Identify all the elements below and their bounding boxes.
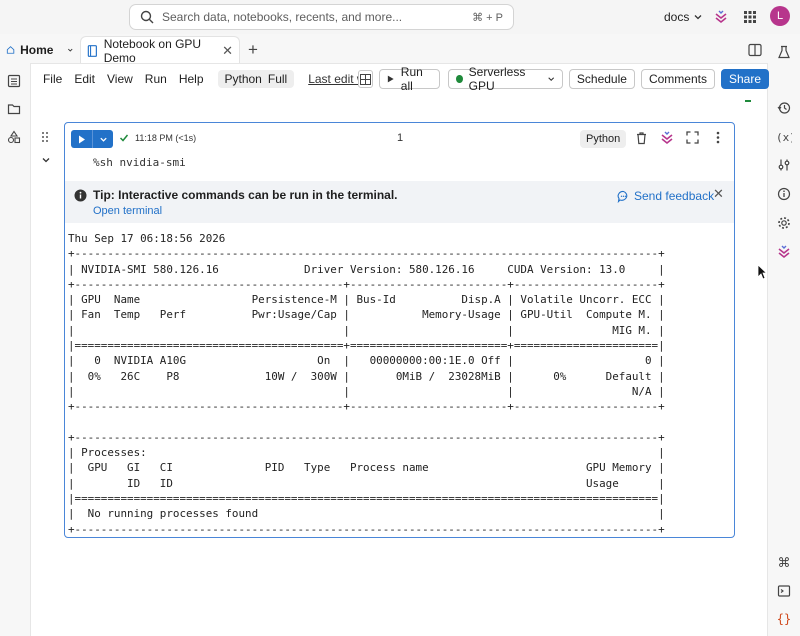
send-feedback-label: Send feedback — [634, 189, 715, 203]
schedule-button[interactable]: Schedule — [568, 69, 635, 89]
code-editor[interactable]: %sh nvidia-smi — [93, 156, 186, 169]
tip-banner: Tip: Interactive commands can be run in … — [65, 181, 734, 223]
check-icon — [119, 134, 129, 142]
table-of-contents-icon[interactable] — [6, 73, 22, 89]
expand-icon[interactable] — [686, 131, 699, 147]
chevron-down-icon[interactable] — [67, 45, 74, 55]
menu-edit[interactable]: Edit — [68, 72, 101, 86]
split-view-icon[interactable] — [748, 43, 762, 60]
user-avatar[interactable]: L — [770, 6, 790, 26]
menu-file[interactable]: File — [37, 72, 68, 86]
folder-icon[interactable] — [6, 101, 22, 117]
comments-label: Comments — [648, 72, 707, 86]
drag-handle-icon[interactable] — [41, 131, 49, 146]
open-terminal-link[interactable]: Open terminal — [93, 205, 162, 217]
send-feedback-link[interactable]: Send feedback — [617, 189, 714, 203]
assistant-icon[interactable] — [659, 130, 675, 149]
language-selector[interactable]: Python Full — [217, 70, 295, 88]
compute-selector[interactable]: Serverless GPU — [447, 65, 563, 93]
history-icon[interactable] — [776, 100, 792, 116]
shapes-icon[interactable] — [6, 129, 22, 145]
share-button[interactable]: Share — [720, 69, 769, 89]
more-options-icon[interactable] — [716, 131, 720, 147]
tab-home-label: Home — [20, 43, 54, 57]
execution-time: 11:18 PM (<1s) — [135, 133, 197, 143]
search-bar[interactable]: Search data, notebooks, recents, and mor… — [129, 4, 514, 30]
cell-output: Thu Sep 17 06:18:56 2026 +--------------… — [68, 232, 665, 536]
status-indicator — [745, 100, 751, 102]
execution-status: 11:18 PM (<1s) — [119, 133, 196, 143]
cell-number: 1 — [397, 132, 404, 144]
comments-button[interactable]: Comments — [640, 69, 715, 89]
trash-icon[interactable] — [635, 131, 648, 148]
assistant-icon[interactable] — [713, 6, 729, 28]
chevron-down-icon[interactable] — [92, 130, 113, 148]
tab-bar: Home Notebook on GPU Demo ✕ + — [0, 36, 770, 65]
play-icon — [388, 75, 394, 83]
run-all-button[interactable]: Run all — [379, 65, 440, 93]
language-python[interactable]: Python — [222, 72, 265, 86]
menu-help[interactable]: Help — [173, 72, 210, 86]
cell-language-badge[interactable]: Python — [580, 130, 627, 148]
gear-icon[interactable] — [776, 215, 792, 231]
play-icon[interactable] — [71, 130, 92, 148]
last-edit-link[interactable]: Last edit was — [308, 72, 357, 86]
language-full[interactable]: Full — [265, 72, 290, 86]
cell-header: 11:18 PM (<1s) 1 Python — [65, 123, 734, 153]
keyboard-shortcuts-icon[interactable]: ⌘ — [776, 555, 792, 571]
svg-text:(x): (x) — [776, 131, 792, 144]
info-icon[interactable] — [776, 186, 792, 202]
notebook-toolbar: File Edit View Run Help Python Full Last… — [31, 64, 769, 94]
status-dot — [455, 75, 463, 83]
close-icon[interactable]: ✕ — [713, 186, 724, 202]
menu-run[interactable]: Run — [139, 72, 173, 86]
chevron-down-icon — [694, 15, 702, 20]
top-bar: Search data, notebooks, recents, and mor… — [0, 0, 800, 34]
json-braces-icon[interactable]: {} — [776, 611, 792, 627]
tab-home[interactable]: Home — [0, 36, 80, 64]
layout-icon[interactable] — [357, 70, 374, 88]
terminal-icon[interactable] — [776, 583, 792, 599]
right-rail: (x) ⌘ {} — [769, 34, 800, 636]
collapse-chevron-icon[interactable] — [41, 154, 51, 168]
new-tab-plus-icon[interactable]: + — [248, 40, 258, 60]
close-icon[interactable]: ✕ — [222, 43, 233, 59]
mouse-cursor-icon — [757, 264, 768, 283]
tip-title: Tip: Interactive commands can be run in … — [93, 188, 398, 202]
run-all-label: Run all — [400, 65, 423, 93]
filter-sliders-icon[interactable] — [776, 157, 792, 173]
tab-notebook[interactable]: Notebook on GPU Demo ✕ — [80, 36, 240, 65]
compute-label: Serverless GPU — [468, 65, 526, 93]
search-shortcut: ⌘ + P — [472, 11, 503, 24]
apps-grid-icon[interactable] — [743, 6, 757, 28]
experiment-flask-icon[interactable] — [776, 44, 792, 60]
assistant-icon[interactable] — [776, 244, 792, 260]
search-placeholder: Search data, notebooks, recents, and mor… — [162, 10, 403, 24]
share-label: Share — [728, 72, 761, 86]
info-icon — [74, 189, 87, 205]
menu-view[interactable]: View — [101, 72, 139, 86]
schedule-label: Schedule — [576, 72, 627, 86]
workspace-switcher[interactable]: docs — [664, 6, 703, 28]
search-icon — [140, 10, 154, 24]
variables-icon[interactable]: (x) — [776, 129, 792, 145]
workspace-name: docs — [664, 10, 690, 24]
feedback-bubble-icon — [617, 190, 628, 203]
left-rail — [0, 63, 30, 636]
home-icon — [6, 46, 15, 54]
code-cell[interactable]: 11:18 PM (<1s) 1 Python %sh nvidia-smi T… — [64, 122, 735, 538]
notebook-icon — [87, 44, 97, 57]
run-cell-button[interactable] — [71, 130, 113, 148]
notebook-main: File Edit View Run Help Python Full Last… — [30, 63, 769, 636]
chevron-down-icon — [547, 77, 554, 82]
tab-notebook-label: Notebook on GPU Demo — [103, 36, 202, 65]
